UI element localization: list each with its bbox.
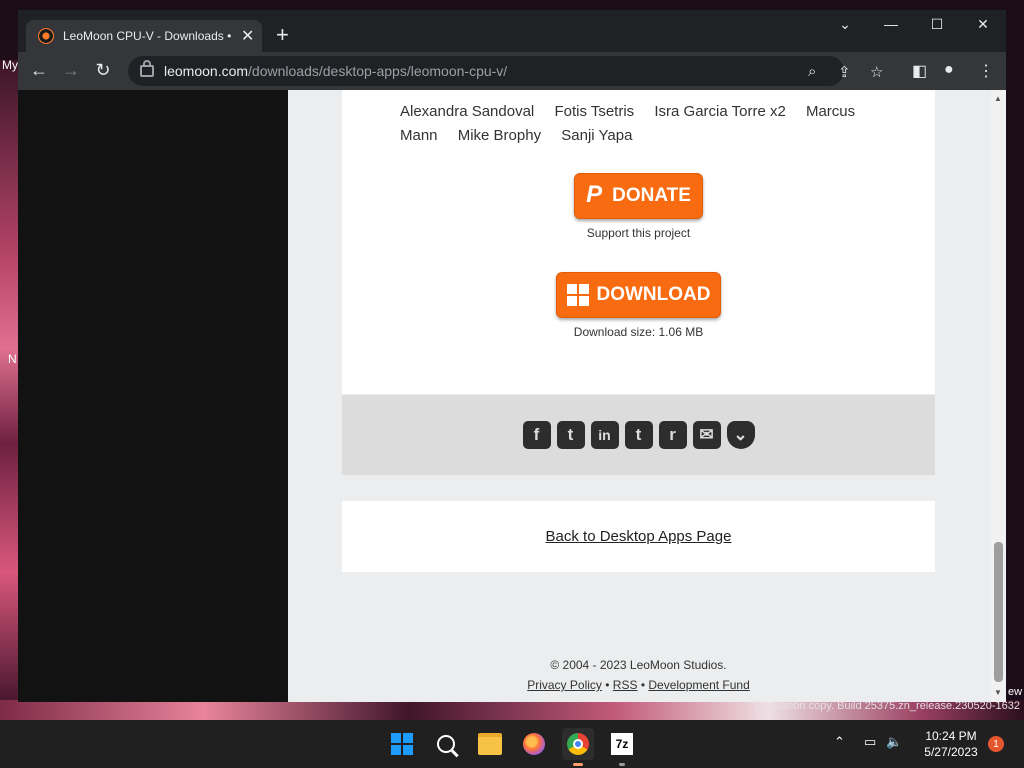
donate-button[interactable]: DONATE [574, 173, 703, 219]
paypal-icon [586, 181, 604, 209]
supporter-name: Alexandra Sandoval [400, 103, 535, 120]
new-tab-button[interactable]: + [276, 24, 289, 46]
volume-icon[interactable]: 🔈 [886, 734, 902, 750]
browser-toolbar: ← → ↻ leomoon.com/downloads/desktop-apps… [18, 52, 1006, 90]
profile-icon[interactable]: ● [944, 61, 954, 79]
clock-date: 5/27/2023 [924, 745, 978, 759]
side-panel-icon[interactable]: ◧ [912, 61, 927, 81]
tab-title: LeoMoon CPU-V - Downloads • L [63, 29, 235, 43]
rss-link[interactable]: RSS [613, 678, 638, 692]
search-icon [437, 735, 455, 753]
tumblr-icon[interactable]: t [624, 421, 653, 449]
lock-icon[interactable] [140, 60, 154, 77]
download-size: Download size: 1.06 MB [573, 325, 704, 339]
back-link-card: Back to Desktop Apps Page [342, 501, 935, 572]
chrome-icon [567, 733, 589, 755]
privacy-policy-link[interactable]: Privacy Policy [527, 678, 602, 692]
menu-icon[interactable]: ⋮ [978, 61, 994, 81]
start-button[interactable] [386, 728, 418, 760]
desktop-wallpaper-left [0, 60, 18, 700]
notification-badge[interactable]: 1 [988, 736, 1004, 752]
page-sidebar [18, 90, 288, 702]
development-fund-link[interactable]: Development Fund [648, 678, 749, 692]
footer-separator: • [605, 678, 610, 692]
page-scrollbar[interactable]: ▲ ▼ [991, 90, 1006, 702]
leomoon-favicon-icon [38, 28, 54, 44]
supporter-name: Fotis Tsetris [554, 103, 635, 120]
pocket-icon[interactable]: ⌄ [726, 421, 755, 449]
download-label: DOWNLOAD [596, 284, 711, 305]
forward-button[interactable]: → [60, 60, 82, 81]
tab-close-icon[interactable]: ✕ [241, 26, 254, 46]
search-button[interactable] [430, 728, 462, 760]
firefox-button[interactable] [518, 728, 550, 760]
supporter-name: Mike Brophy [457, 127, 542, 144]
footer-links: Privacy Policy • RSS • Development Fund [342, 675, 935, 695]
reload-button[interactable]: ↻ [92, 60, 114, 81]
address-bar[interactable]: leomoon.com/downloads/desktop-apps/leomo… [128, 56, 883, 86]
twitter-icon[interactable]: t [556, 421, 585, 449]
desktop-icon-label: My [2, 58, 18, 72]
linkedin-icon[interactable]: in [590, 421, 619, 449]
donate-label: DONATE [612, 185, 691, 206]
tab-strip: LeoMoon CPU-V - Downloads • L ✕ + ⌄ — ☐ … [18, 10, 1006, 52]
download-button[interactable]: DOWNLOAD [556, 272, 721, 318]
back-button[interactable]: ← [28, 60, 50, 81]
clock-time: 10:24 PM [925, 729, 977, 743]
close-window-button[interactable]: ✕ [968, 16, 998, 33]
content-card: Alexandra Sandoval Fotis Tsetris Isra Ga… [342, 90, 935, 394]
tab-search-button[interactable]: ⌄ [830, 16, 860, 33]
7zip-icon: 7z [611, 733, 633, 755]
network-icon[interactable]: ▭ [864, 734, 876, 750]
desktop-edge-label: ew [1008, 686, 1023, 698]
page-viewport: Alexandra Sandoval Fotis Tsetris Isra Ga… [18, 90, 1006, 702]
7zip-button[interactable]: 7z [606, 728, 638, 766]
supporter-name: Isra Garcia Torre x2 [654, 103, 786, 120]
share-bar: f t in t r ✉ ⌄ [342, 395, 935, 475]
page-footer: © 2004 - 2023 LeoMoon Studios. Privacy P… [342, 655, 935, 695]
file-explorer-icon [478, 733, 502, 755]
back-to-desktop-apps-link[interactable]: Back to Desktop Apps Page [546, 528, 732, 545]
chrome-button[interactable] [562, 728, 594, 766]
system-clock[interactable]: 10:24 PM 5/27/2023 [916, 728, 986, 760]
show-hidden-icons-chevron[interactable]: ⌃ [834, 734, 845, 750]
windows-icon [566, 284, 589, 306]
tab-leomoon-cpu-v[interactable]: LeoMoon CPU-V - Downloads • L ✕ [26, 20, 262, 52]
file-explorer-button[interactable] [474, 728, 506, 760]
zoom-icon[interactable]: ⌕ [808, 63, 816, 80]
supporter-name: Sanji Yapa [561, 127, 633, 144]
reddit-icon[interactable]: r [658, 421, 687, 449]
share-icon[interactable]: ⇪ [838, 63, 851, 81]
donate-caption: Support this project [586, 226, 691, 240]
bookmark-star-icon[interactable]: ☆ [870, 63, 883, 81]
evaluation-watermark: Evaluation copy. Build 25375.zn_release.… [754, 700, 1020, 712]
footer-separator: • [640, 678, 646, 692]
firefox-icon [523, 733, 545, 755]
facebook-icon[interactable]: f [522, 421, 551, 449]
scroll-up-icon[interactable]: ▲ [994, 94, 1002, 103]
email-icon[interactable]: ✉ [692, 421, 721, 449]
running-app-indicator [619, 763, 625, 766]
start-icon [391, 733, 413, 755]
maximize-button[interactable]: ☐ [922, 16, 952, 33]
supporters-list: Alexandra Sandoval Fotis Tsetris Isra Ga… [400, 100, 900, 148]
url-text[interactable]: leomoon.com/downloads/desktop-apps/leomo… [164, 63, 507, 79]
desktop-icon-label: N [8, 352, 17, 366]
scroll-down-icon[interactable]: ▼ [994, 688, 1002, 697]
taskbar: 7z ⌃ ▭ 🔈 10:24 PM 5/27/2023 1 [0, 720, 1024, 768]
browser-window: LeoMoon CPU-V - Downloads • L ✕ + ⌄ — ☐ … [18, 10, 1006, 702]
minimize-button[interactable]: — [876, 16, 906, 32]
scrollbar-thumb[interactable] [994, 542, 1003, 682]
active-app-indicator [573, 763, 583, 766]
copyright-text: © 2004 - 2023 LeoMoon Studios. [550, 658, 727, 672]
